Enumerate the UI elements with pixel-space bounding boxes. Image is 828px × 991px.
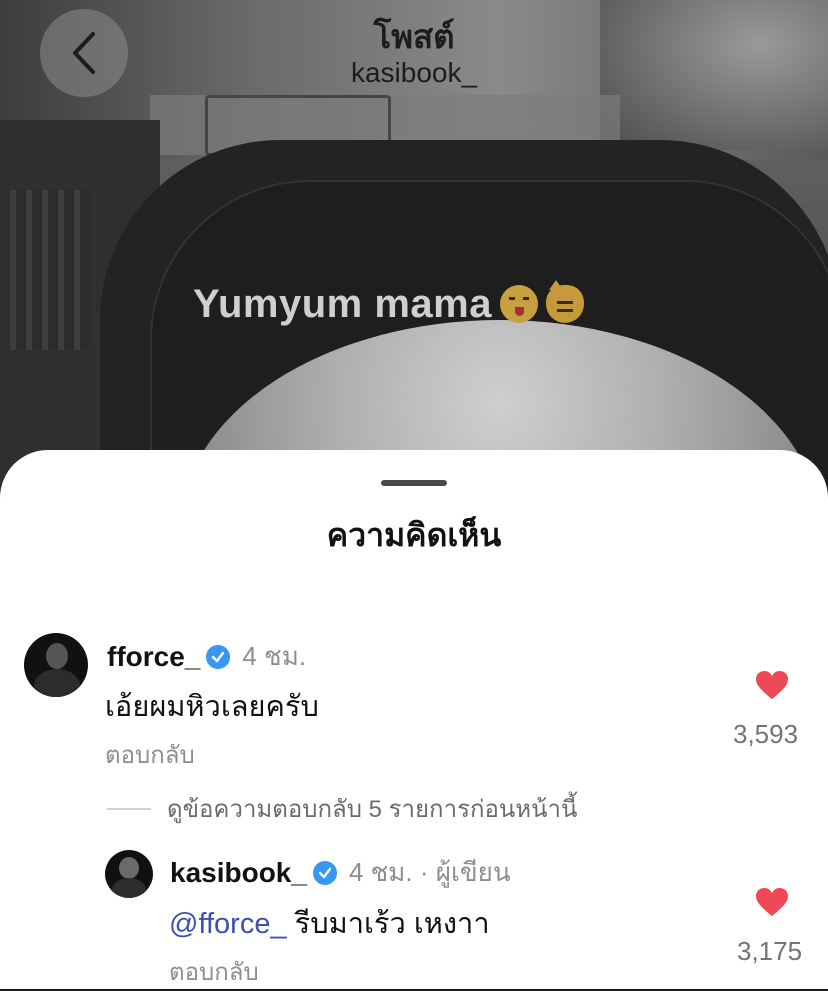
- page-subtitle-username[interactable]: kasibook_: [0, 57, 828, 89]
- view-replies-label: ดูข้อความตอบกลับ 5 รายการก่อนหน้านี้: [167, 796, 578, 823]
- comments-sheet: ความคิดเห็น fforce_ 4 ชม. เอ้ยผมหิวเลยคร…: [0, 450, 828, 989]
- like-count: 3,175: [737, 936, 803, 966]
- comment-username[interactable]: fforce_: [107, 641, 200, 673]
- comment-time: 4 ชม.: [242, 641, 307, 671]
- comment-text: เอ้ยผมหิวเลยครับ: [105, 691, 319, 723]
- reply-author[interactable]: kasibook_ 4 ชม. · ผู้เขียน: [170, 852, 511, 893]
- reply-button[interactable]: ตอบกลับ: [105, 735, 195, 774]
- comment-author[interactable]: fforce_ 4 ชม.: [107, 636, 306, 677]
- background-grill: [10, 190, 90, 350]
- reply-time: 4 ชม. · ผู้เขียน: [348, 857, 511, 887]
- page-title: โพสต์: [373, 18, 455, 55]
- comments-title: ความคิดเห็น: [326, 517, 502, 553]
- heart-icon: [756, 671, 788, 699]
- post-caption-overlay: Yumyum mama: [193, 280, 584, 328]
- divider-line: [107, 807, 151, 810]
- post-caption-text: Yumyum mama: [193, 281, 492, 326]
- avatar[interactable]: [24, 633, 88, 697]
- kissing-cat-emoji-icon: [545, 280, 584, 323]
- avatar[interactable]: [105, 850, 153, 898]
- heart-icon: [756, 888, 788, 916]
- sheet-drag-handle[interactable]: [381, 480, 447, 486]
- reply-text: @fforce_ รีบมาเร้ว เหงาา: [169, 900, 490, 946]
- view-previous-replies-button[interactable]: ดูข้อความตอบกลับ 5 รายการก่อนหน้านี้: [107, 789, 577, 828]
- verified-badge-icon: [206, 644, 231, 669]
- reply-button[interactable]: ตอบกลับ: [169, 952, 259, 991]
- tongue-face-emoji-icon: [499, 285, 538, 323]
- reply-body: รีบมาเร้ว เหงาา: [286, 908, 490, 940]
- reply-username[interactable]: kasibook_: [170, 857, 307, 889]
- mention-link[interactable]: @fforce_: [169, 908, 287, 940]
- like-count: 3,593: [733, 719, 799, 749]
- like-button[interactable]: [712, 670, 828, 705]
- verified-badge-icon: [312, 860, 337, 885]
- like-button[interactable]: [712, 887, 828, 922]
